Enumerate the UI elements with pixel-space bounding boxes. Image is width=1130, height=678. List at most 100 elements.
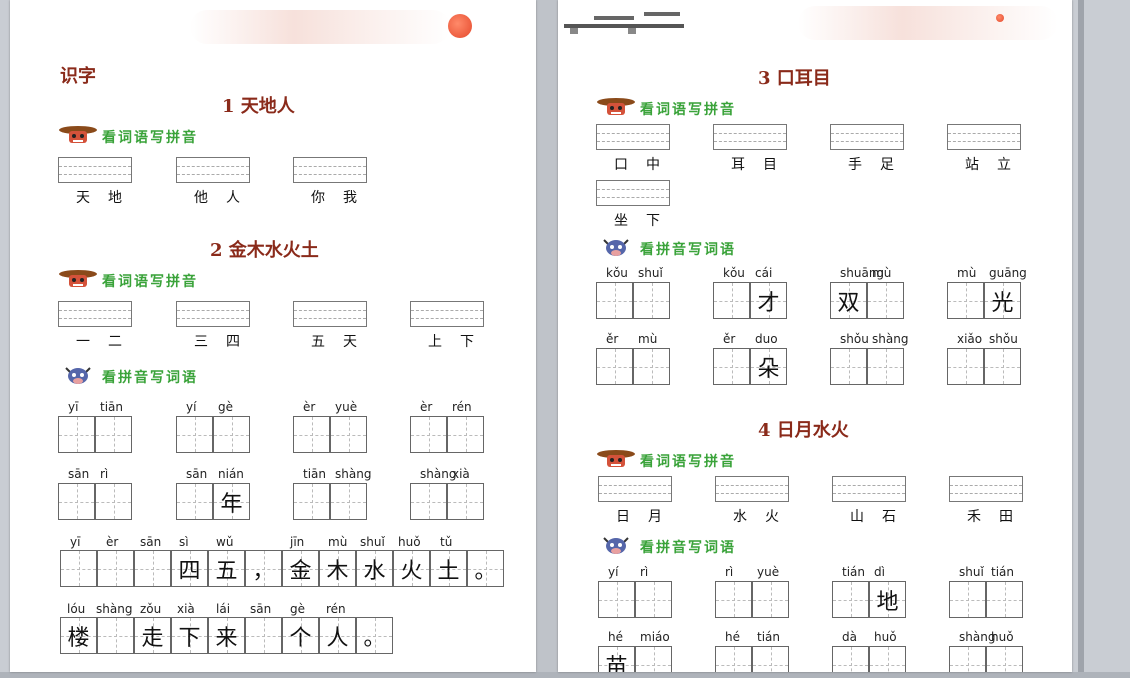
tianzi-cell[interactable]: 水 [356,550,393,587]
guide-line [597,133,669,134]
cell-char: 五 [215,558,238,584]
pinyin-write-box[interactable] [293,301,367,327]
tianzi-cell[interactable] [947,348,984,385]
tianzi-cell[interactable] [58,483,95,520]
tianzi-cell[interactable] [867,348,904,385]
vertical-scrollbar[interactable] [1078,0,1084,678]
tianzi-cell[interactable] [752,646,789,672]
tianzi-cell[interactable]: ， [245,550,282,587]
tianzi-cell[interactable] [97,550,134,587]
pinyin-write-box[interactable] [949,476,1023,502]
tianzi-cell[interactable] [635,581,672,618]
horizontal-scrollbar[interactable] [0,672,1130,678]
pinyin-write-box[interactable] [947,124,1021,150]
tianzi-cell[interactable]: 土 [430,550,467,587]
tianzi-cell[interactable] [293,416,330,453]
tianzi-cell[interactable]: 木 [319,550,356,587]
tianzi-cell[interactable]: 人 [319,617,356,654]
tianzi-cell[interactable] [949,581,986,618]
cell-char: 。 [474,558,497,584]
tianzi-cell[interactable] [176,483,213,520]
tianzi-cell[interactable] [598,581,635,618]
tianzi-cell[interactable] [447,483,484,520]
tianzi-cell[interactable] [596,348,633,385]
pinyin-write-box[interactable] [832,476,906,502]
tianzi-cell[interactable] [410,416,447,453]
tianzi-cell[interactable]: 光 [984,282,1021,319]
tianzi-cell[interactable] [633,348,670,385]
tianzi-cell[interactable] [832,646,869,672]
tianzi-cell[interactable] [596,282,633,319]
tianzi-cell[interactable] [134,550,171,587]
tianzi-cell[interactable] [330,483,367,520]
pinyin-write-box[interactable] [176,301,250,327]
pinyin-write-box[interactable] [598,476,672,502]
tianzi-cell[interactable] [213,416,250,453]
pinyin-write-box[interactable] [58,157,132,183]
tianzi-cell[interactable] [58,416,95,453]
tianzi-cell[interactable]: 。 [356,617,393,654]
tianzi-cell[interactable]: 四 [171,550,208,587]
cell-char [96,417,131,452]
tianzi-cell[interactable] [832,581,869,618]
tianzi-cell[interactable] [715,646,752,672]
tianzi-cell[interactable] [715,581,752,618]
pinyin-write-box[interactable] [830,124,904,150]
tianzi-cell[interactable] [633,282,670,319]
tianzi-cell[interactable] [869,646,906,672]
word-label: 手足 [848,157,912,173]
tianzi-cell[interactable] [947,282,984,319]
tianzi-cell[interactable]: 下 [171,617,208,654]
tianzi-cell[interactable] [986,581,1023,618]
pinyin-write-box[interactable] [596,124,670,150]
tianzi-cell[interactable]: 楼 [60,617,97,654]
tianzi-cell[interactable]: 火 [393,550,430,587]
pinyin-write-box[interactable] [58,301,132,327]
cell-char: 走 [141,625,164,651]
tianzi-cell[interactable] [635,646,672,672]
tianzi-cell[interactable]: 五 [208,550,245,587]
tianzi-cell[interactable] [410,483,447,520]
tianzi-cell[interactable] [293,483,330,520]
tianzi-cell[interactable] [95,416,132,453]
tianzi-cell[interactable]: 双 [830,282,867,319]
pinyin-write-box[interactable] [293,157,367,183]
tianzi-cell[interactable] [713,282,750,319]
pinyin-write-box[interactable] [596,180,670,206]
tianzi-cell[interactable] [447,416,484,453]
cell-char [870,647,905,672]
tianzi-cell[interactable]: 年 [213,483,250,520]
section-label: 看拼音写词语 [102,370,198,386]
tianzi-cell[interactable] [713,348,750,385]
tianzi-cell[interactable] [176,416,213,453]
pinyin-write-box[interactable] [410,301,484,327]
pinyin-write-box[interactable] [713,124,787,150]
tianzi-cell[interactable] [830,348,867,385]
tianzi-cell[interactable] [867,282,904,319]
pinyin-write-box[interactable] [715,476,789,502]
tianzi-cell[interactable] [95,483,132,520]
tianzi-cell[interactable]: 苗 [598,646,635,672]
tianzi-cell[interactable]: 金 [282,550,319,587]
tianzi-cell[interactable] [245,617,282,654]
tianzi-cell[interactable]: 才 [750,282,787,319]
tianzi-cell[interactable]: 个 [282,617,319,654]
tianzi-cell[interactable] [986,646,1023,672]
tianzi-cell[interactable] [984,348,1021,385]
tianzi-cell[interactable]: 来 [208,617,245,654]
pinyin-write-box[interactable] [176,157,250,183]
cell-char [599,582,634,617]
cell-char [714,283,749,318]
tianzi-cell[interactable] [949,646,986,672]
tianzi-cell[interactable] [60,550,97,587]
cell-char: 双 [837,290,860,316]
tianzi-cell[interactable]: 走 [134,617,171,654]
tianzi-cell[interactable]: 朵 [750,348,787,385]
tianzi-cell[interactable] [330,416,367,453]
pinyin-text: shàng [96,602,133,616]
tianzi-cell[interactable] [97,617,134,654]
tianzi-cell[interactable]: 地 [869,581,906,618]
tianzi-cell[interactable] [752,581,789,618]
guide-line [597,197,669,198]
tianzi-cell[interactable]: 。 [467,550,504,587]
